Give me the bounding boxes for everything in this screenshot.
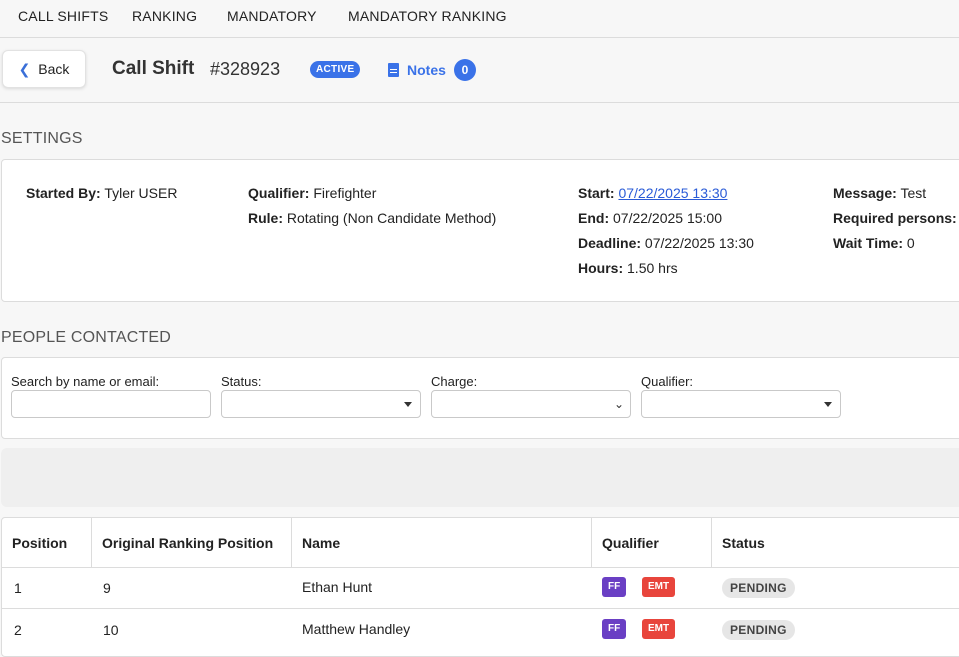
- header-status[interactable]: Status: [722, 535, 765, 551]
- back-button[interactable]: ❮ Back: [2, 50, 86, 88]
- row-divider: [2, 567, 959, 568]
- hours-label: Hours:: [578, 260, 624, 276]
- status-pill: PENDING: [722, 620, 795, 640]
- caret-down-icon: [404, 402, 412, 407]
- header-original-ranking[interactable]: Original Ranking Position: [102, 535, 273, 551]
- message-value: Test: [900, 185, 927, 201]
- qualifier-select[interactable]: [641, 390, 841, 418]
- deadline-value: 07/22/2025 13:30: [644, 235, 754, 251]
- row-divider: [2, 608, 959, 609]
- cell-position: 1: [14, 580, 22, 596]
- qualifier-badge-emt: EMT: [642, 619, 676, 639]
- people-contacted-heading: PEOPLE CONTACTED: [1, 329, 172, 346]
- required-persons-label: Required persons:: [833, 210, 957, 226]
- rule-label: Rule:: [248, 210, 283, 226]
- wait-time-label: Wait Time:: [833, 235, 904, 251]
- qualifier: Qualifier: Firefighter: [248, 185, 376, 201]
- settings-card: Started By: Tyler USER Qualifier: Firefi…: [1, 159, 959, 302]
- header-name[interactable]: Name: [302, 535, 340, 551]
- caret-down-icon: [824, 402, 832, 407]
- wait-time: Wait Time: 0: [833, 235, 915, 251]
- toolbar-placeholder: [1, 448, 959, 507]
- deadline: Deadline: 07/22/2025 13:30: [578, 235, 754, 251]
- end-label: End:: [578, 210, 610, 226]
- column-divider: [91, 518, 92, 568]
- qualifier-value: Firefighter: [313, 185, 377, 201]
- filters-card: Search by name or email: Status: Charge:…: [1, 357, 959, 439]
- required-persons: Required persons:: [833, 210, 957, 226]
- started-by: Started By: Tyler USER: [26, 185, 177, 201]
- cell-position: 2: [14, 622, 22, 638]
- end: End: 07/22/2025 15:00: [578, 210, 722, 226]
- search-label: Search by name or email:: [11, 374, 160, 389]
- cell-original: 10: [103, 622, 119, 638]
- qualifier-filter-label: Qualifier:: [641, 374, 694, 389]
- end-value: 07/22/2025 15:00: [613, 210, 722, 226]
- nav-ranking[interactable]: RANKING: [132, 8, 197, 24]
- hours-value: 1.50 hrs: [627, 260, 678, 276]
- charge-select[interactable]: ⌄: [431, 390, 631, 418]
- deadline-label: Deadline:: [578, 235, 642, 251]
- notes-label: Notes: [407, 62, 446, 78]
- notes-button[interactable]: Notes 0: [388, 59, 476, 81]
- start-label: Start:: [578, 185, 615, 201]
- chevron-left-icon: ❮: [18, 60, 31, 77]
- start-link[interactable]: 07/22/2025 13:30: [618, 185, 727, 201]
- nav-call-shifts[interactable]: CALL SHIFTS: [18, 8, 108, 24]
- qualifier-label: Qualifier:: [248, 185, 310, 201]
- header-position[interactable]: Position: [12, 535, 67, 551]
- hours: Hours: 1.50 hrs: [578, 260, 678, 276]
- status-badge: ACTIVE: [310, 61, 361, 78]
- message: Message: Test: [833, 185, 926, 201]
- start: Start: 07/22/2025 13:30: [578, 185, 727, 201]
- notes-count-badge: 0: [453, 59, 476, 81]
- column-divider: [591, 518, 592, 568]
- status-filter-label: Status:: [221, 374, 262, 389]
- started-by-label: Started By:: [26, 185, 101, 201]
- search-input[interactable]: [11, 390, 211, 418]
- qualifier-badge-ff: FF: [602, 619, 627, 639]
- status-pill: PENDING: [722, 578, 795, 598]
- back-button-label: Back: [38, 61, 70, 77]
- people-table: Position Original Ranking Position Name …: [1, 517, 959, 657]
- shift-id: #328923: [210, 59, 281, 79]
- rule-value: Rotating (Non Candidate Method): [286, 210, 497, 226]
- settings-heading: SETTINGS: [1, 130, 83, 147]
- page-header: ❮ Back Call Shift #328923 ACTIVE Notes 0: [0, 38, 959, 103]
- top-nav: CALL SHIFTS RANKING MANDATORY MANDATORY …: [0, 0, 959, 38]
- qualifier-badge-ff: FF: [602, 577, 627, 597]
- charge-filter-label: Charge:: [431, 374, 478, 389]
- cell-name: Ethan Hunt: [302, 579, 373, 595]
- qualifier-badge-emt: EMT: [642, 577, 676, 597]
- page-title: Call Shift: [112, 58, 195, 79]
- document-icon: [388, 63, 399, 77]
- cell-original: 9: [103, 580, 111, 596]
- rule: Rule: Rotating (Non Candidate Method): [248, 210, 496, 226]
- message-label: Message:: [833, 185, 897, 201]
- column-divider: [711, 518, 712, 568]
- header-qualifier[interactable]: Qualifier: [602, 535, 659, 551]
- nav-mandatory-ranking[interactable]: MANDATORY RANKING: [348, 8, 507, 24]
- nav-mandatory[interactable]: MANDATORY: [227, 8, 317, 24]
- started-by-value: Tyler USER: [104, 185, 178, 201]
- cell-name: Matthew Handley: [302, 621, 411, 637]
- chevron-down-icon: ⌄: [613, 397, 624, 411]
- status-select[interactable]: [221, 390, 421, 418]
- wait-time-value: 0: [906, 235, 915, 251]
- column-divider: [291, 518, 292, 568]
